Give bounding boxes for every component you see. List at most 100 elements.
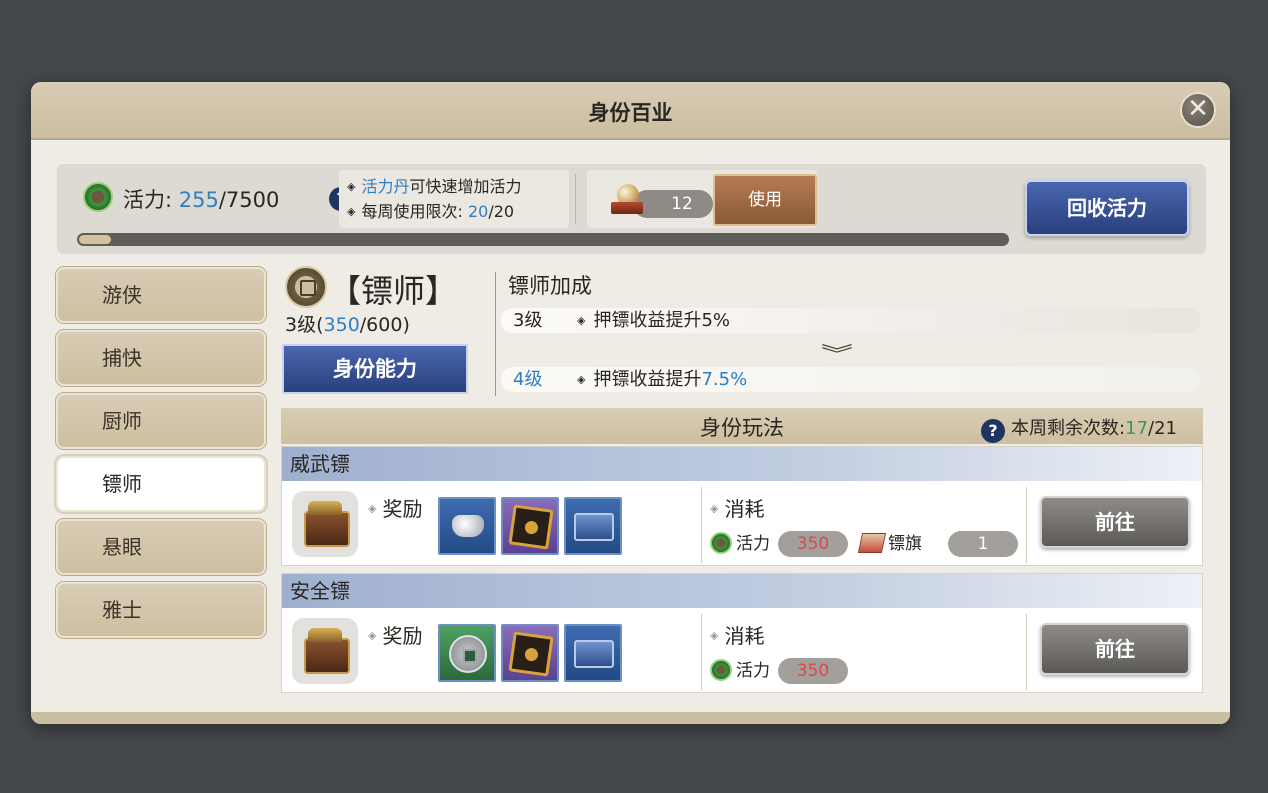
identity-ability-button[interactable]: 身份能力	[282, 344, 468, 394]
remain-max: /21	[1148, 418, 1177, 439]
vitality-label: 活力:	[123, 188, 173, 212]
vitality-cost-label: 活力	[736, 534, 770, 554]
current-bonus-level: 3级	[513, 310, 543, 331]
dialog-title: 身份百业	[588, 101, 673, 125]
gameplay-header: 身份玩法 ? 本周剩余次数:17/21	[281, 408, 1203, 444]
copper-coin-icon[interactable]	[438, 624, 496, 682]
close-button[interactable]: ✕	[1180, 92, 1216, 128]
escort-identity-icon	[285, 266, 327, 308]
title-bar: 身份百业 ✕	[31, 82, 1230, 140]
compass-icon[interactable]	[501, 497, 559, 555]
identity-level: 3级(350/600)	[285, 310, 410, 337]
diamond-icon: ◈	[368, 502, 377, 515]
cost-label-text: 消耗	[724, 497, 765, 521]
vitality-max: /7500	[218, 188, 280, 212]
chevron-down-icon: ︾	[821, 342, 853, 366]
tip2-text: 每周使用限次:	[361, 202, 463, 221]
weekly-use-current: 20	[467, 202, 489, 221]
divider	[575, 174, 576, 224]
sidebar-item-youxia[interactable]: 游侠	[56, 267, 266, 323]
flag-cost-value: 1	[948, 531, 1018, 557]
current-bonus-row: 3级 ◈ 押镖收益提升5%	[501, 308, 1201, 333]
divider	[1026, 487, 1027, 563]
vitality-icon	[83, 182, 113, 212]
pill-count: 12	[633, 190, 713, 218]
vitality-cost-value: 350	[778, 531, 848, 557]
tip1-text: 可快速增加活力	[409, 177, 522, 196]
vitality-cost-label: 活力	[736, 661, 770, 681]
escort-card-anquan: 安全镖 ◈ 奖励 ◈ 消耗 活力 350 前往	[281, 573, 1203, 693]
go-button[interactable]: 前往	[1040, 623, 1190, 675]
go-button[interactable]: 前往	[1040, 496, 1190, 548]
silver-ingot-icon[interactable]	[438, 497, 496, 555]
reward-label-text: 奖励	[382, 624, 423, 648]
pill-name: 活力丹	[361, 177, 410, 196]
treasure-chest-icon	[292, 491, 358, 557]
card-title: 安全镖	[282, 574, 1202, 608]
level-suffix: /600)	[359, 314, 410, 336]
vitality-value: 活力: 255/7500	[123, 184, 279, 214]
level-current: 350	[323, 314, 360, 336]
vitality-panel: 活力: 255/7500 ? ◈活力丹可快速增加活力 ◈每周使用限次: 20/2…	[57, 164, 1206, 254]
diamond-icon: ◈	[347, 180, 356, 193]
next-bonus-row: 4级 ◈ 押镖收益提升7.5%	[501, 367, 1201, 392]
bottom-border	[31, 712, 1230, 724]
bonus-title: 镖师加成	[508, 274, 592, 298]
sidebar-item-bukuai[interactable]: 捕快	[56, 330, 266, 386]
current-bonus-text-wrap: ◈ 押镖收益提升5%	[577, 308, 730, 333]
card-title: 威武镖	[282, 447, 1202, 481]
reward-label: ◈ 奖励	[368, 620, 422, 649]
weekly-use-max: /20	[488, 202, 515, 221]
vitality-icon	[710, 659, 732, 681]
use-button[interactable]: 使用	[713, 174, 817, 226]
identity-dialog: 身份百业 ✕ 活力: 255/7500 ? ◈ 活力丹可快速增加活力 ◈ 每周使用限…	[31, 82, 1230, 724]
next-bonus-text: 押镖收益提升	[593, 369, 702, 390]
tip-line-1: ◈ 活力丹可快速增加活力	[347, 174, 561, 199]
diamond-icon: ◈	[347, 205, 356, 218]
vitality-tips: ◈ 活力丹可快速增加活力 ◈ 每周使用限次: 20/20	[339, 170, 569, 228]
vitality-pill-item: 12 使用	[587, 170, 817, 228]
sidebar-item-biaoshi[interactable]: 镖师	[56, 456, 266, 512]
flag-cost: 镖旗	[857, 531, 922, 557]
escort-card-weiwu: 威武镖 ◈ 奖励 ◈ 消耗 活力 350 镖旗 1 前往	[281, 446, 1203, 566]
divider	[701, 487, 702, 563]
vitality-current: 255	[178, 188, 219, 212]
divider	[495, 272, 496, 396]
cost-label: ◈ 消耗	[710, 493, 764, 522]
cost-label: ◈ 消耗	[710, 620, 764, 649]
flag-label: 镖旗	[888, 534, 922, 554]
diamond-icon: ◈	[577, 314, 586, 327]
recycle-vitality-button[interactable]: 回收活力	[1025, 180, 1189, 236]
sidebar-item-xuanyan[interactable]: 悬眼	[56, 519, 266, 575]
cost-label-text: 消耗	[724, 624, 765, 648]
remain-current: 17	[1125, 418, 1149, 439]
vitality-pill-icon[interactable]	[611, 184, 643, 216]
vitality-cost-value: 350	[778, 658, 848, 684]
next-bonus-level: 4级	[513, 369, 543, 390]
sidebar-item-chushi[interactable]: 厨师	[56, 393, 266, 449]
diamond-icon: ◈	[710, 502, 719, 515]
weekly-remaining: ? 本周剩余次数:17/21	[981, 414, 1177, 443]
next-bonus-value: 7.5%	[701, 369, 748, 390]
escort-flag-icon	[857, 533, 887, 553]
remain-label: 本周剩余次数:	[1011, 418, 1126, 439]
treasure-box-icon[interactable]	[564, 497, 622, 555]
vitality-progress-bar	[77, 233, 1009, 246]
diamond-icon: ◈	[577, 373, 586, 386]
level-prefix: 3级(	[285, 314, 324, 336]
vitality-cost: 活力	[710, 658, 770, 684]
sidebar-item-yashi[interactable]: 雅士	[56, 582, 266, 638]
divider	[1026, 614, 1027, 690]
treasure-box-icon[interactable]	[564, 624, 622, 682]
divider	[701, 614, 702, 690]
diamond-icon: ◈	[368, 629, 377, 642]
vitality-cost: 活力	[710, 531, 770, 557]
diamond-icon: ◈	[710, 629, 719, 642]
reward-label-text: 奖励	[382, 497, 423, 521]
reward-label: ◈ 奖励	[368, 493, 422, 522]
next-bonus-text-wrap: ◈ 押镖收益提升7.5%	[577, 367, 747, 392]
compass-icon[interactable]	[501, 624, 559, 682]
remaining-help-icon[interactable]: ?	[981, 419, 1006, 443]
tip-line-2: ◈ 每周使用限次: 20/20	[347, 199, 561, 224]
treasure-chest-icon	[292, 618, 358, 684]
